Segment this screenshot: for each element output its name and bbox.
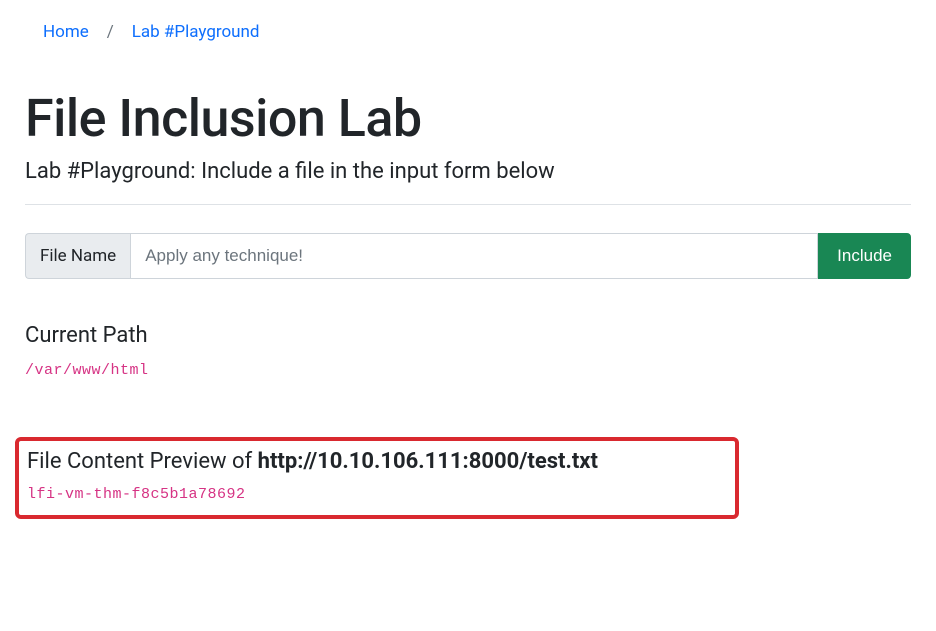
breadcrumb: Home / Lab #Playground bbox=[25, 22, 911, 42]
breadcrumb-separator: / bbox=[107, 22, 114, 42]
divider bbox=[25, 204, 911, 205]
breadcrumb-home[interactable]: Home bbox=[43, 22, 89, 42]
current-path-section: Current Path /var/www/html bbox=[25, 323, 911, 379]
current-path-heading: Current Path bbox=[25, 323, 911, 348]
file-input-group: File Name Include bbox=[25, 233, 911, 279]
file-name-label: File Name bbox=[25, 233, 130, 279]
preview-heading: File Content Preview of http://10.10.106… bbox=[27, 449, 727, 474]
page-lead: Lab #Playground: Include a file in the i… bbox=[25, 159, 911, 184]
preview-heading-prefix: File Content Preview of bbox=[27, 449, 258, 474]
preview-highlight-box: File Content Preview of http://10.10.106… bbox=[15, 437, 739, 519]
preview-url: http://10.10.106.111:8000/test.txt bbox=[258, 449, 598, 474]
file-name-input[interactable] bbox=[130, 233, 818, 279]
preview-content: lfi-vm-thm-f8c5b1a78692 bbox=[27, 486, 727, 503]
breadcrumb-current[interactable]: Lab #Playground bbox=[132, 22, 260, 42]
current-path-value: /var/www/html bbox=[25, 362, 911, 379]
page-title: File Inclusion Lab bbox=[25, 88, 911, 149]
include-button[interactable]: Include bbox=[818, 233, 911, 279]
